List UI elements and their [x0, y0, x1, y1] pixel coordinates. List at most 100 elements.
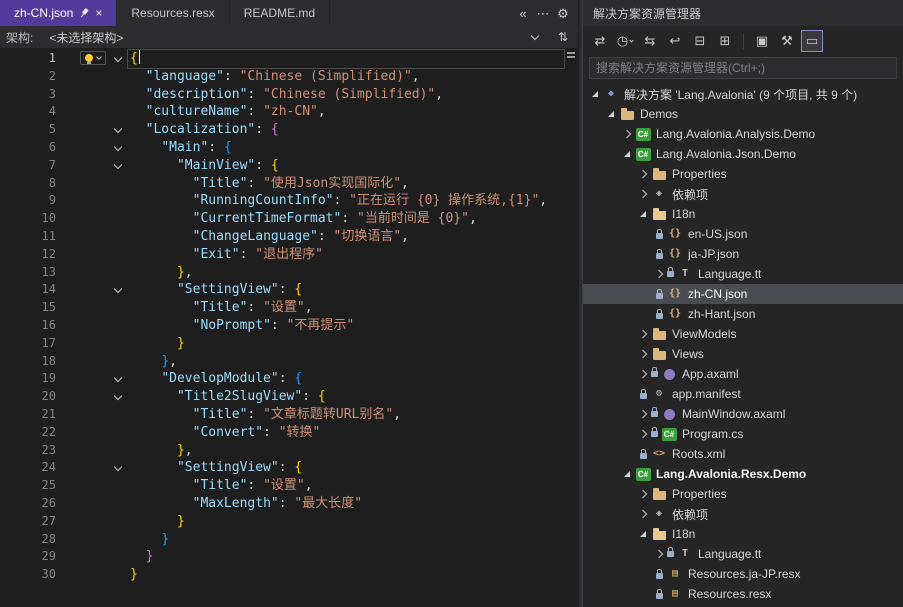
code-line[interactable]: 7 "MainView": { — [0, 157, 578, 175]
tree-arrow-slot[interactable] — [651, 551, 667, 557]
fold-marker[interactable] — [108, 139, 128, 157]
tree-item[interactable]: Properties — [583, 164, 903, 184]
code-line[interactable]: 27 } — [0, 513, 578, 531]
solution-explorer-search[interactable] — [589, 57, 897, 79]
code-line[interactable]: 22 "Convert": "转换" — [0, 424, 578, 442]
tree-item[interactable]: C#Lang.Avalonia.Analysis.Demo — [583, 124, 903, 144]
tree-item[interactable]: TLanguage.tt — [583, 544, 903, 564]
split-editor-icon[interactable]: ⇅ — [554, 30, 572, 44]
tree-arrow-slot[interactable] — [635, 411, 651, 417]
tree-item[interactable]: ◆解决方案 'Lang.Avalonia' (9 个项目, 共 9 个) — [583, 84, 903, 104]
search-input[interactable] — [596, 61, 890, 75]
tree-arrow-slot[interactable] — [635, 171, 651, 177]
lightbulb-icon[interactable] — [80, 51, 106, 65]
tree-item[interactable]: C#Lang.Avalonia.Resx.Demo — [583, 464, 903, 484]
code-line[interactable]: 26 "MaxLength": "最大长度" — [0, 495, 578, 513]
code-line[interactable]: 15 "Title": "设置", — [0, 299, 578, 317]
wrench-icon[interactable]: ⚒ — [776, 30, 798, 52]
tree-item[interactable]: ◈依赖项 — [583, 504, 903, 524]
code-line[interactable]: 24 "SettingView": { — [0, 459, 578, 477]
code-line[interactable]: 5 "Localization": { — [0, 121, 578, 139]
tree-arrow-slot[interactable] — [635, 191, 651, 197]
tree-arrow-slot[interactable] — [635, 211, 651, 217]
tree-arrow-slot[interactable] — [635, 431, 651, 437]
code-line[interactable]: 28 } — [0, 531, 578, 549]
collapse-tab-list-icon[interactable]: « — [514, 7, 532, 20]
code-line[interactable]: 13 }, — [0, 264, 578, 282]
fold-marker[interactable] — [108, 370, 128, 388]
editor-scrollbar[interactable] — [565, 50, 578, 607]
code-line[interactable]: 4 "cultureName": "zh-CN", — [0, 103, 578, 121]
tree-arrow-slot[interactable] — [619, 131, 635, 137]
tree-item[interactable]: ◈依赖项 — [583, 184, 903, 204]
tree-arrow-slot[interactable] — [635, 331, 651, 337]
fold-marker[interactable] — [108, 388, 128, 406]
fold-marker[interactable] — [108, 50, 128, 68]
fold-expanded-icon[interactable] — [114, 392, 122, 400]
code-line[interactable]: 11 "ChangeLanguage": "切换语言", — [0, 228, 578, 246]
fold-marker[interactable] — [108, 121, 128, 139]
tree-arrow-slot[interactable] — [619, 471, 635, 477]
properties-icon[interactable]: ⊞ — [714, 30, 736, 52]
show-all-files-icon[interactable]: ▣ — [751, 30, 773, 52]
tree-item[interactable]: ViewModels — [583, 324, 903, 344]
code-line[interactable]: 20 "Title2SlugView": { — [0, 388, 578, 406]
refresh-icon[interactable]: ⇆ — [639, 30, 661, 52]
sync-with-active-document-icon[interactable]: ⇄ — [589, 30, 611, 52]
tree-item[interactable]: ▤Resources.resx — [583, 584, 903, 604]
code-line[interactable]: 6 "Main": { — [0, 139, 578, 157]
code-line[interactable]: 19 "DevelopModule": { — [0, 370, 578, 388]
fold-expanded-icon[interactable] — [114, 54, 122, 62]
code-editor[interactable]: 1{2 "language": "Chinese (Simplified)",3… — [0, 48, 578, 607]
pin-icon[interactable] — [77, 6, 91, 20]
code-line[interactable]: 29 } — [0, 548, 578, 566]
code-line[interactable]: 21 "Title": "文章标题转URL别名", — [0, 406, 578, 424]
editor-settings-icon[interactable]: ⚙ — [554, 7, 572, 20]
tree-item[interactable]: Demos — [583, 104, 903, 124]
code-line[interactable]: 18 }, — [0, 353, 578, 371]
tree-arrow-slot[interactable] — [635, 371, 651, 377]
tree-item[interactable]: Properties — [583, 484, 903, 504]
code-line[interactable]: 10 "CurrentTimeFormat": "当前时间是 {0}", — [0, 210, 578, 228]
tree-arrow-slot[interactable] — [635, 351, 651, 357]
close-icon[interactable]: × — [95, 7, 102, 19]
back-icon[interactable]: ↩ — [664, 30, 686, 52]
code-line[interactable]: 1{ — [0, 50, 578, 68]
fold-marker[interactable] — [108, 281, 128, 299]
code-line[interactable]: 17 } — [0, 335, 578, 353]
tree-item[interactable]: {}zh-CN.json — [583, 284, 903, 304]
tree-arrow-slot[interactable] — [619, 151, 635, 157]
tree-item[interactable]: {}en-US.json — [583, 224, 903, 244]
tree-item[interactable]: C#Program.cs — [583, 424, 903, 444]
code-line[interactable]: 3 "description": "Chinese (Simplified)", — [0, 86, 578, 104]
fold-expanded-icon[interactable] — [114, 125, 122, 133]
schema-selector[interactable]: <未选择架构> — [41, 28, 546, 46]
tree-item[interactable]: MainWindow.axaml — [583, 404, 903, 424]
fold-expanded-icon[interactable] — [114, 374, 122, 382]
more-options-icon[interactable]: ⋯ — [534, 7, 552, 20]
tree-item[interactable]: <>Roots.xml — [583, 444, 903, 464]
switch-views-icon[interactable]: ▭ — [801, 30, 823, 52]
collapse-all-icon[interactable]: ⊟ — [689, 30, 711, 52]
fold-expanded-icon[interactable] — [114, 463, 122, 471]
tree-arrow-slot[interactable] — [587, 91, 603, 97]
code-line[interactable]: 12 "Exit": "退出程序" — [0, 246, 578, 264]
document-tab[interactable]: zh-CN.json× — [0, 0, 117, 26]
tree-item[interactable]: TLanguage.tt — [583, 264, 903, 284]
fold-expanded-icon[interactable] — [114, 143, 122, 151]
code-line[interactable]: 23 }, — [0, 442, 578, 460]
code-line[interactable]: 2 "language": "Chinese (Simplified)", — [0, 68, 578, 86]
code-line[interactable]: 9 "RunningCountInfo": "正在运行 {0} 操作系统,{1}… — [0, 192, 578, 210]
tree-item[interactable]: ▤Resources.ja-JP.resx — [583, 564, 903, 584]
tree-item[interactable]: I18n — [583, 204, 903, 224]
tree-item[interactable]: C#Lang.Avalonia.Json.Demo — [583, 144, 903, 164]
code-line[interactable]: 30} — [0, 566, 578, 584]
fold-expanded-icon[interactable] — [114, 285, 122, 293]
tree-arrow-slot[interactable] — [651, 271, 667, 277]
tree-arrow-slot[interactable] — [635, 511, 651, 517]
fold-marker[interactable] — [108, 157, 128, 175]
code-line[interactable]: 8 "Title": "使用Json实现国际化", — [0, 175, 578, 193]
tree-arrow-slot[interactable] — [603, 111, 619, 117]
tree-item[interactable]: Views — [583, 344, 903, 364]
tree-item[interactable]: {}zh-Hant.json — [583, 304, 903, 324]
